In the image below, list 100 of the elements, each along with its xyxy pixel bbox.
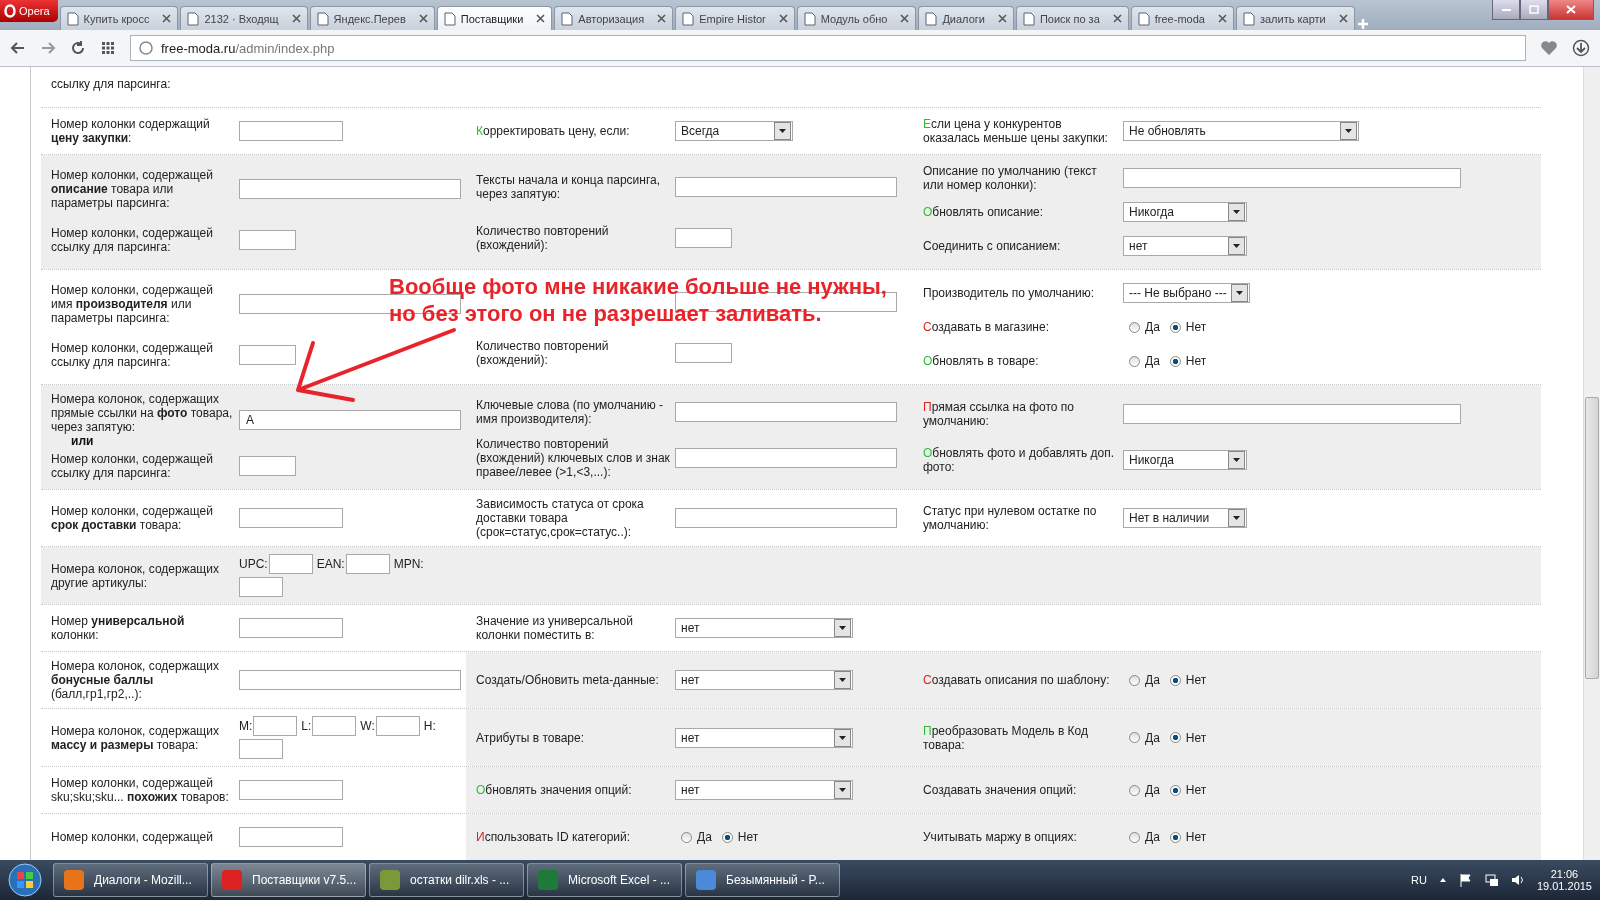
radio-button[interactable] — [1169, 732, 1181, 743]
dropdown[interactable]: Никогда — [1123, 202, 1247, 222]
dropdown[interactable]: Всегда — [675, 121, 793, 141]
language-indicator[interactable]: RU — [1411, 874, 1427, 886]
radio-option[interactable]: Нет — [1169, 673, 1207, 687]
radio-button[interactable] — [721, 831, 733, 843]
browser-tab[interactable]: Поставщики — [436, 6, 553, 30]
input-field[interactable] — [345, 554, 390, 574]
radio-button[interactable] — [1129, 321, 1140, 333]
input-field[interactable] — [312, 716, 357, 736]
browser-tab[interactable]: Empire Histor — [675, 6, 795, 30]
input-field[interactable] — [239, 739, 283, 759]
new-tab-icon[interactable] — [1356, 18, 1369, 30]
browser-tab[interactable]: Диалоги — [918, 6, 1014, 30]
radio-button[interactable] — [681, 831, 692, 843]
input-field[interactable] — [239, 345, 296, 365]
radio-option[interactable]: Нет — [1169, 730, 1207, 745]
input-field[interactable] — [268, 554, 313, 574]
input-field[interactable] — [239, 670, 461, 690]
taskbar-item[interactable]: Безымянный - P... — [685, 863, 840, 897]
radio-option[interactable]: Да — [1129, 730, 1160, 745]
radio-button[interactable] — [1169, 321, 1181, 333]
radio-option[interactable]: Нет — [1169, 830, 1207, 844]
radio-option[interactable]: Да — [1129, 320, 1160, 334]
input-field[interactable] — [239, 121, 343, 141]
download-icon[interactable] — [1572, 39, 1590, 57]
caret-icon[interactable] — [1438, 876, 1447, 884]
input-field[interactable] — [675, 508, 897, 528]
radio-option[interactable]: Нет — [1169, 320, 1207, 334]
input-field[interactable] — [239, 508, 343, 528]
close-icon — [1112, 14, 1122, 23]
input-field[interactable] — [675, 342, 732, 363]
input-field[interactable] — [675, 447, 897, 468]
network-icon[interactable] — [1484, 873, 1499, 887]
forward-icon[interactable] — [40, 40, 56, 56]
radio-button[interactable] — [1129, 355, 1140, 367]
radio-option[interactable]: Да — [1129, 783, 1160, 797]
radio-option[interactable]: Нет — [721, 830, 759, 844]
input-field[interactable] — [239, 230, 296, 250]
dropdown[interactable]: Не обновлять — [1123, 121, 1359, 141]
close-button[interactable] — [1548, 0, 1594, 20]
taskbar-item[interactable]: остатки dilr.xls - ... — [369, 863, 524, 897]
input-field[interactable] — [239, 618, 343, 638]
input-field[interactable] — [675, 401, 897, 422]
taskbar-item[interactable]: Поставщики v7.5... — [211, 863, 366, 897]
dropdown[interactable]: Никогда — [1123, 450, 1247, 470]
speaker-icon[interactable] — [1510, 873, 1525, 887]
radio-button[interactable] — [1129, 674, 1140, 686]
input-field[interactable] — [239, 577, 283, 597]
input-field[interactable] — [675, 227, 732, 248]
input-field[interactable] — [375, 716, 420, 736]
radio-button[interactable] — [1129, 784, 1140, 796]
grid-icon[interactable] — [100, 40, 116, 56]
back-icon[interactable] — [10, 40, 26, 56]
radio-button[interactable] — [1169, 831, 1181, 843]
dropdown[interactable]: нет — [675, 780, 853, 800]
dropdown[interactable]: нет — [675, 727, 853, 748]
minimize-button[interactable] — [1492, 0, 1520, 20]
browser-tab[interactable]: free-moda — [1130, 6, 1234, 30]
maximize-button[interactable] — [1520, 0, 1548, 20]
radio-button[interactable] — [1169, 674, 1181, 686]
dropdown[interactable]: нет — [1123, 236, 1247, 256]
flag-icon[interactable] — [1458, 873, 1473, 887]
dropdown[interactable]: --- Не выбрано --- — [1123, 283, 1250, 303]
input-field[interactable] — [253, 716, 298, 736]
radio-button[interactable] — [1169, 355, 1181, 367]
scrollbar[interactable] — [1583, 67, 1600, 860]
radio-option[interactable]: Нет — [1169, 783, 1207, 797]
radio-button[interactable] — [1129, 831, 1140, 843]
input-field[interactable] — [239, 456, 296, 476]
input-field[interactable] — [1123, 404, 1461, 424]
radio-option[interactable]: Нет — [1169, 354, 1207, 368]
input-field[interactable] — [239, 827, 343, 847]
input-field[interactable] — [239, 179, 461, 199]
browser-tab[interactable]: залить карти — [1235, 6, 1355, 30]
browser-tab[interactable]: Модуль обно — [796, 6, 917, 30]
heart-icon[interactable] — [1540, 40, 1558, 56]
browser-tab[interactable]: Яндекс.Перев — [309, 6, 435, 30]
radio-button[interactable] — [1169, 784, 1181, 796]
radio-option[interactable]: Да — [681, 830, 712, 844]
input-field[interactable] — [1123, 168, 1461, 188]
dropdown[interactable]: нет — [675, 618, 853, 638]
input-field[interactable]: A — [239, 410, 461, 430]
dropdown[interactable]: Нет в наличии — [1123, 508, 1247, 528]
taskbar-item[interactable]: Диалоги - Mozill... — [53, 863, 208, 897]
input-field[interactable] — [675, 176, 897, 197]
browser-tab[interactable]: Авторизация — [554, 6, 674, 30]
radio-option[interactable]: Да — [1129, 830, 1160, 844]
radio-option[interactable]: Да — [1129, 354, 1160, 368]
reload-icon[interactable] — [70, 40, 86, 56]
address-field[interactable]: free-moda.ru/admin/index.php — [130, 35, 1526, 61]
browser-tab[interactable]: 2132 · Входящ — [180, 6, 308, 30]
radio-button[interactable] — [1129, 732, 1140, 743]
dropdown[interactable]: нет — [675, 670, 853, 690]
input-field[interactable] — [239, 780, 343, 800]
radio-option[interactable]: Да — [1129, 673, 1160, 687]
browser-tab[interactable]: Поиск по за — [1015, 6, 1129, 30]
taskbar-item[interactable]: Microsoft Excel - ... — [527, 863, 682, 897]
browser-tab[interactable]: Купить кросс — [59, 6, 179, 30]
opera-menu-button[interactable]: Opera — [0, 0, 58, 22]
